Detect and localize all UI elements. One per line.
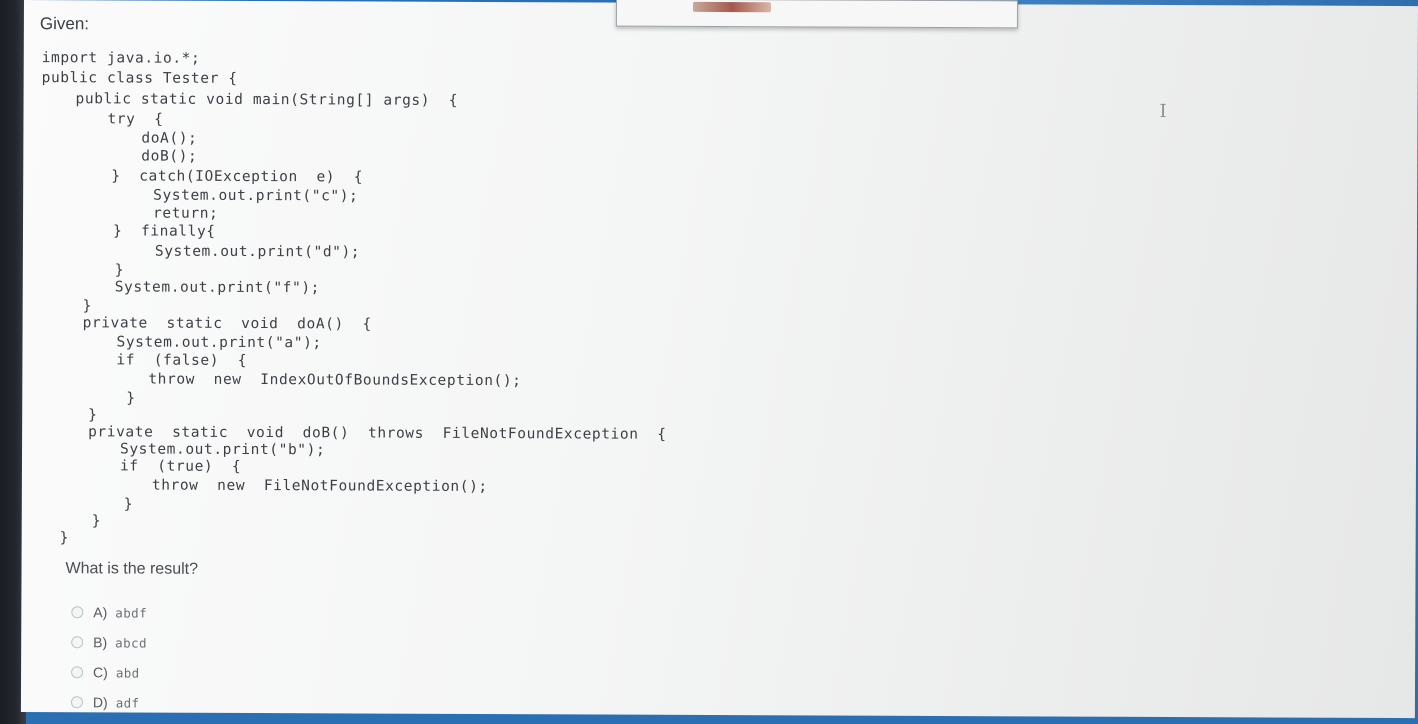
option-d[interactable]: D) adf	[70, 694, 140, 711]
radio-button[interactable]	[71, 636, 84, 649]
code-line: private static void doA() {	[82, 315, 372, 333]
code-line: return;	[153, 205, 219, 222]
code-line: if (true) {	[119, 458, 242, 475]
code-line: throw new IndexOutOfBoundsException();	[148, 371, 522, 390]
radio-button[interactable]	[70, 696, 83, 709]
text-cursor-icon: I	[1159, 100, 1167, 122]
option-text: abcd	[115, 634, 147, 651]
option-text: abd	[115, 664, 140, 681]
option-letter: B)	[93, 634, 108, 651]
code-line: System.out.print("a");	[116, 334, 322, 352]
option-text: abdf	[115, 604, 148, 621]
quiz-page: Given: import java.io.*; public class Te…	[20, 0, 1418, 719]
option-text: adf	[115, 694, 140, 711]
code-line: System.out.print("f");	[114, 279, 321, 297]
radio-button[interactable]	[71, 666, 84, 679]
question-heading: Given:	[39, 14, 90, 34]
code-line: }	[59, 530, 70, 547]
code-line: }	[91, 513, 102, 530]
code-line: try {	[107, 111, 164, 128]
option-a[interactable]: A) abdf	[71, 604, 147, 620]
code-line: } finally{	[112, 223, 216, 240]
code-line: }	[114, 262, 125, 279]
code-line: }	[82, 298, 93, 315]
code-line: import java.io.*;	[41, 50, 201, 67]
code-line: private static void doB() throws FileNot…	[88, 424, 667, 443]
code-line: System.out.print("b");	[120, 441, 326, 459]
code-line: doB();	[141, 148, 198, 165]
popup-window[interactable]	[615, 0, 1019, 29]
code-line: System.out.print("c");	[153, 187, 359, 205]
option-letter: C)	[93, 664, 108, 681]
code-line: public class Tester {	[41, 70, 238, 87]
code-line: System.out.print("d");	[154, 243, 361, 261]
option-letter: D)	[92, 694, 108, 711]
code-line: doA();	[141, 130, 198, 147]
popup-thumbnail-image	[692, 1, 771, 13]
code-line: throw new FileNotFoundException();	[151, 477, 488, 496]
code-line: if (false) {	[116, 352, 248, 369]
option-b[interactable]: B) abcd	[71, 634, 147, 650]
radio-button[interactable]	[71, 606, 84, 619]
code-line: public static void main(String[] args) {	[75, 91, 459, 109]
question-prompt: What is the result?	[65, 560, 199, 578]
code-line: }	[88, 407, 98, 424]
option-letter: A)	[93, 604, 108, 621]
option-c[interactable]: C) abd	[71, 664, 140, 680]
code-line: } catch(IOException e) {	[111, 168, 364, 186]
code-line: }	[126, 390, 136, 407]
code-line: }	[123, 496, 134, 513]
